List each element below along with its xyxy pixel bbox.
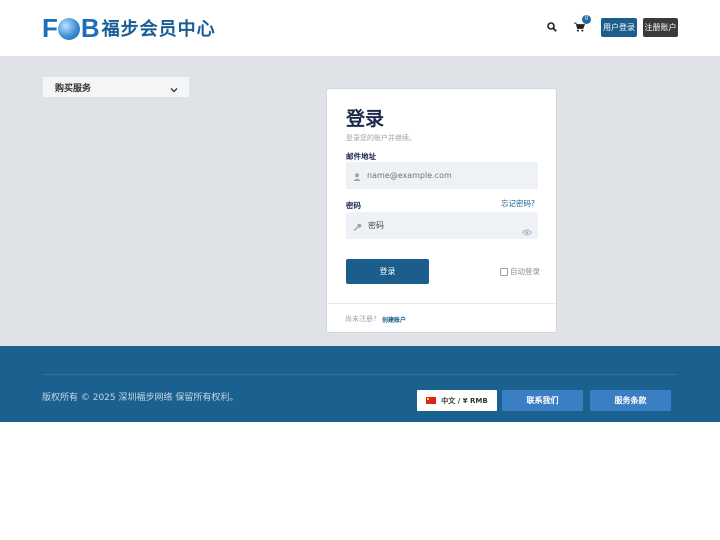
language-currency-button[interactable]: 中文 / ¥ RMB [417,390,497,411]
email-placeholder: name@example.com [367,171,452,180]
login-card: 登录 登录您的账户并继续。 邮件地址 name@example.com 密码 忘… [326,88,557,333]
login-title: 登录 [346,108,385,130]
remember-label: 自动登录 [510,267,540,276]
card-footer: 尚未注册? 创建账户 [327,303,556,333]
site-footer: 版权所有 © 2025 深圳福步网络 保留所有权利。 中文 / ¥ RMB 联系… [0,346,720,422]
purchase-services-dropdown[interactable]: 购买服务 [42,76,190,98]
password-placeholder: 密码 [368,221,384,230]
login-subtitle: 登录您的账户并继续。 [346,134,416,142]
chevron-down-icon [170,78,178,97]
contact-us-button[interactable]: 联系我们 [502,390,583,411]
register-account-button[interactable]: 注册账户 [643,18,678,37]
password-label: 密码 [346,201,361,210]
password-field[interactable]: 密码 [346,212,538,239]
remember-checkbox[interactable] [500,267,508,276]
logo-fob: FB [42,12,100,43]
login-submit-button[interactable]: 登录 [346,259,429,284]
globe-icon [57,18,80,40]
china-flag-icon [426,397,437,404]
no-account-text: 尚未注册? [345,315,377,323]
email-label: 邮件地址 [346,152,376,161]
copyright-text: 版权所有 © 2025 深圳福步网络 保留所有权利。 [42,393,239,403]
site-logo[interactable]: FB 福步会员中心 [42,12,216,44]
purchase-services-label: 购买服务 [55,83,92,94]
forgot-password-link[interactable]: 忘记密码? [501,198,535,209]
email-field[interactable]: name@example.com [346,162,538,189]
logo-title: 福步会员中心 [101,19,216,40]
user-login-button[interactable]: 用户登录 [601,18,637,37]
cart-count-badge: 0 [582,15,591,24]
create-account-link[interactable]: 创建账户 [382,315,406,324]
user-icon [353,166,361,185]
search-icon[interactable] [545,20,559,34]
key-icon [353,216,362,235]
site-header: FB 福步会员中心 0 用户登录 注册账户 [0,0,720,56]
footer-divider [42,374,678,375]
cart-icon[interactable]: 0 [572,15,591,34]
remember-me[interactable]: 自动登录 [500,266,540,277]
language-currency-label: 中文 / ¥ RMB [441,396,488,405]
terms-of-service-button[interactable]: 服务条款 [590,390,671,411]
eye-icon[interactable] [521,221,533,240]
